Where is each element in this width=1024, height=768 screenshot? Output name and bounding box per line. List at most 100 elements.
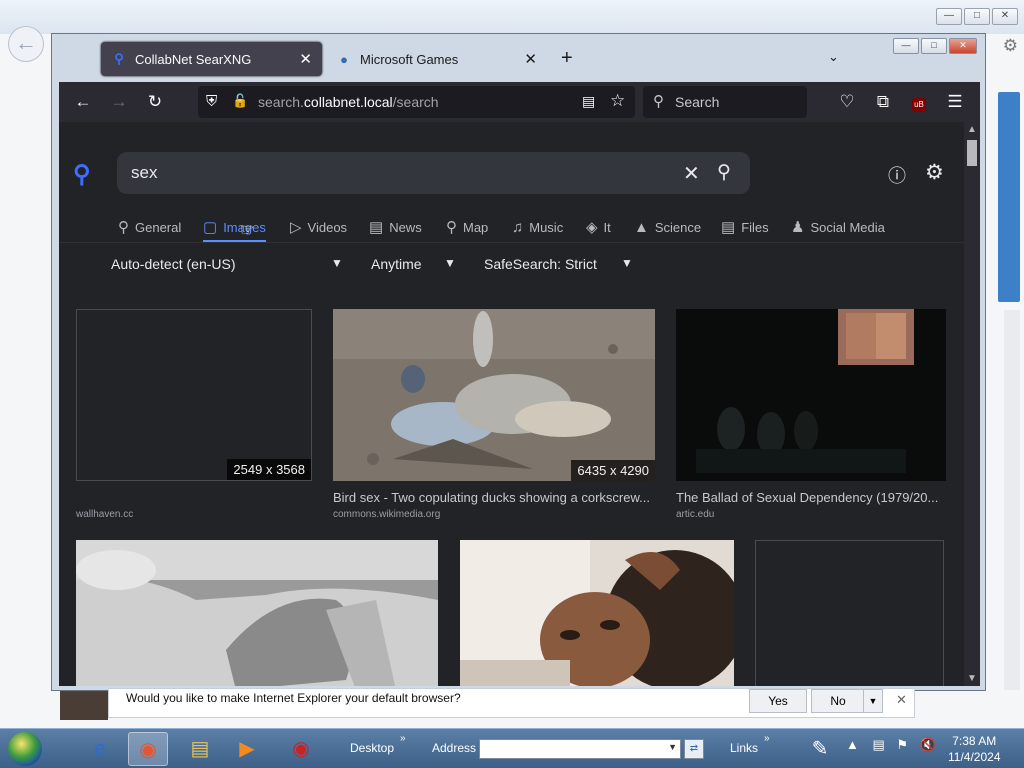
tab-science[interactable]: ▲ Science — [634, 214, 701, 240]
language-select[interactable]: Auto-detect (en-US) ▼ — [111, 256, 347, 272]
gear-icon[interactable]: ⚙ — [1003, 36, 1018, 56]
search-submit-icon[interactable]: ⚲ — [717, 161, 731, 184]
search-query-input[interactable]: sex — [131, 163, 157, 183]
start-button-icon[interactable] — [8, 732, 42, 766]
newspaper-icon: ▤ — [369, 219, 384, 236]
recorder-icon[interactable]: ◉ — [281, 732, 321, 766]
new-tab-plus-icon[interactable]: + — [561, 47, 573, 70]
result-thumbnail[interactable] — [76, 540, 438, 686]
extensions-puzzle-icon[interactable]: ⧉ — [871, 90, 895, 114]
firefox-window: — □ ✕ ⚲ CollabNet SearXNG ✕ ● Microsoft … — [51, 33, 986, 691]
chevron-icon[interactable]: » — [400, 733, 406, 744]
result-source: artic.edu — [676, 509, 715, 520]
page-scrollbar[interactable]: ▲ ▼ — [964, 122, 980, 686]
tab-social-media[interactable]: ♟ Social Media — [791, 214, 885, 240]
pocket-icon[interactable]: ♡ — [835, 90, 859, 114]
tab-map[interactable]: ⚲ Map — [446, 214, 488, 240]
mouse-cursor-hand-icon: ☞ — [240, 222, 255, 239]
address-input[interactable]: ▼ — [479, 739, 681, 759]
tab-microsoft-games[interactable]: ● Microsoft Games ✕ — [326, 42, 547, 76]
ducks-photo — [333, 309, 655, 481]
bookmark-star-icon[interactable]: ☆ — [610, 91, 625, 111]
result-thumbnail[interactable]: 2549 x 3568 — [76, 309, 312, 481]
searxng-logo-icon[interactable]: ⚲ — [73, 160, 91, 189]
tab-images[interactable]: ▢ Images — [203, 214, 266, 242]
url-text[interactable]: search.collabnet.local/search — [258, 94, 439, 110]
no-button[interactable]: No — [811, 689, 865, 713]
image-result[interactable]: 2549 x 3568 wallhaven.cc — [76, 309, 312, 521]
network-icon[interactable]: ▤ — [873, 737, 885, 752]
address-toolbar-label: Address — [432, 741, 477, 755]
insecure-lock-icon[interactable]: 🔓 — [232, 93, 248, 109]
image-result[interactable]: The Ballad of Sexual Dependency (1979/20… — [676, 309, 946, 521]
close-icon[interactable]: ✕ — [992, 8, 1018, 25]
tab-music[interactable]: ♫ Music — [512, 214, 563, 240]
back-arrow-icon[interactable]: ← — [71, 90, 95, 114]
notepad-icon[interactable]: ✎ — [800, 732, 840, 766]
firefox-icon[interactable]: ◉ — [128, 732, 168, 766]
shield-icon[interactable]: ⛨ — [206, 93, 217, 110]
map-pin-icon: ⚲ — [446, 219, 457, 236]
result-thumbnail[interactable] — [676, 309, 946, 481]
image-result[interactable] — [460, 540, 734, 686]
minimize-icon[interactable]: — — [936, 8, 962, 25]
result-thumbnail[interactable]: 6435 x 4290 — [333, 309, 655, 481]
scroll-down-icon[interactable]: ▼ — [967, 673, 977, 684]
close-icon[interactable]: ✕ — [896, 692, 907, 708]
image-result[interactable] — [76, 540, 438, 686]
image-result[interactable] — [755, 540, 944, 686]
scroll-up-icon[interactable]: ▲ — [967, 124, 977, 135]
forward-arrow-icon[interactable]: → — [107, 90, 131, 114]
go-arrow-icon[interactable]: ⇄ — [684, 739, 704, 759]
result-title[interactable]: The Ballad of Sexual Dependency (1979/20… — [676, 490, 946, 505]
close-tab-icon[interactable]: ✕ — [524, 50, 537, 68]
desktop-toolbar-label[interactable]: Desktop — [350, 741, 394, 755]
yes-button[interactable]: Yes — [749, 689, 807, 713]
tab-videos[interactable]: ▷ Videos — [290, 214, 347, 240]
close-tab-icon[interactable]: ✕ — [299, 50, 312, 68]
clock-time: 7:38 AM — [952, 734, 997, 748]
ie-scrollbar[interactable] — [1004, 310, 1020, 690]
result-thumbnail[interactable] — [460, 540, 734, 686]
result-thumbnail[interactable] — [755, 540, 944, 686]
portrait-photo — [460, 540, 734, 686]
internet-explorer-icon[interactable]: e — [80, 732, 120, 766]
time-range-select[interactable]: Anytime ▼ — [371, 256, 459, 272]
links-toolbar-label[interactable]: Links — [730, 741, 758, 755]
bw-bed-photo — [76, 540, 438, 686]
clear-query-icon[interactable]: ✕ — [683, 161, 700, 186]
file-explorer-folder-icon[interactable]: ▤ — [180, 732, 220, 766]
search-bar[interactable]: ⚲ Search — [643, 86, 807, 118]
flag-icon[interactable]: ⚑ — [896, 737, 908, 752]
search-box[interactable]: sex ✕ ⚲ — [117, 152, 750, 194]
chevron-icon[interactable]: » — [764, 733, 770, 744]
page-content: ⚲ sex ✕ ⚲ ⓘ ⚙ ⚲ General ▢ Images ▷ Videos ▤… — [59, 122, 980, 686]
reload-icon[interactable]: ↻ — [143, 90, 167, 114]
info-icon[interactable]: ⓘ — [888, 162, 906, 188]
no-dropdown-arrow-icon[interactable]: ▼ — [863, 689, 883, 713]
media-player-icon[interactable]: ▶ — [227, 732, 267, 766]
clock[interactable]: 7:38 AM 11/4/2024 — [948, 733, 1001, 765]
tab-it[interactable]: ◈ It — [586, 214, 611, 240]
image-result[interactable]: 6435 x 4290 Bird sex - Two copulating du… — [333, 309, 655, 521]
reader-view-icon[interactable]: ▤ — [582, 93, 595, 110]
safesearch-select[interactable]: SafeSearch: Strict ▼ — [484, 256, 634, 272]
tab-news[interactable]: ▤ News — [369, 214, 422, 240]
tab-files[interactable]: ▤ Files — [721, 214, 769, 240]
ublock-origin-icon[interactable]: uB — [907, 90, 931, 114]
result-title[interactable]: Bird sex - Two copulating ducks showing … — [333, 490, 655, 505]
ie-back-button[interactable]: ← — [8, 26, 44, 62]
preferences-gear-icon[interactable]: ⚙ — [925, 160, 944, 185]
dropdown-arrow-icon[interactable]: ▼ — [668, 742, 677, 752]
tab-title: CollabNet SearXNG — [135, 51, 252, 67]
tray-expand-icon[interactable]: ▲ — [846, 737, 859, 752]
maximize-icon[interactable]: □ — [964, 8, 990, 25]
tab-collabnet-searxng[interactable]: ⚲ CollabNet SearXNG ✕ — [101, 42, 322, 76]
searxng-favicon-icon: ⚲ — [114, 51, 124, 66]
volume-muted-icon[interactable]: 🔇 — [920, 737, 936, 752]
scrollbar-thumb[interactable] — [967, 140, 977, 166]
list-all-tabs-chevron-icon[interactable]: ⌄ — [828, 49, 839, 65]
url-bar[interactable]: ⛨ 🔓 search.collabnet.local/search ▤ ☆ — [198, 86, 635, 118]
tab-general[interactable]: ⚲ General — [118, 214, 181, 240]
menu-hamburger-icon[interactable]: ☰ — [943, 90, 967, 114]
